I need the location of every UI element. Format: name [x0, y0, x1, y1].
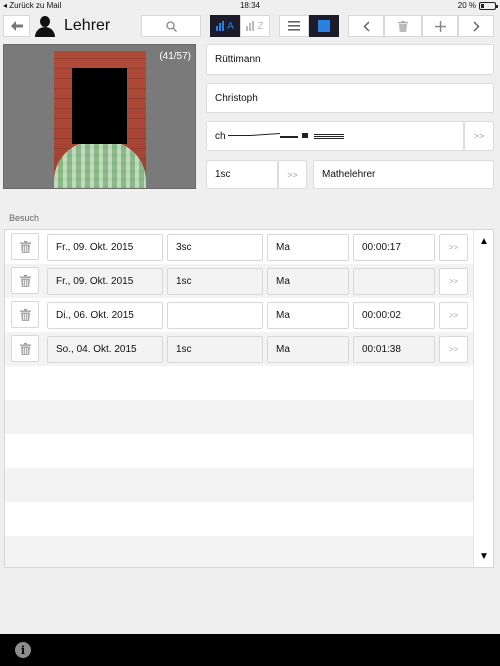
class-open-button[interactable]: >>	[278, 160, 307, 189]
empty-row	[5, 536, 473, 567]
plus-icon	[434, 20, 446, 32]
visit-class-cell[interactable]: 1sc	[167, 336, 263, 363]
visit-subject-cell[interactable]: Ma	[267, 336, 349, 363]
visit-subject-cell[interactable]: Ma	[267, 302, 349, 329]
status-bar: ◂ Zurück zu Mail 18:34 20 %	[0, 0, 500, 12]
scroll-up-button[interactable]: ▲	[474, 232, 493, 250]
email-field[interactable]: ch	[206, 121, 464, 151]
visit-duration-cell[interactable]: 00:01:38	[353, 336, 435, 363]
toolbar: Lehrer A Z	[0, 13, 500, 41]
open-visit-button[interactable]: >>	[439, 302, 468, 329]
email-open-button[interactable]: >>	[464, 121, 494, 151]
open-visit-button[interactable]: >>	[439, 234, 468, 261]
class-field[interactable]: 1sc	[206, 160, 278, 189]
visit-date-cell[interactable]: Fr., 09. Okt. 2015	[47, 268, 163, 295]
search-icon	[165, 20, 177, 32]
info-icon[interactable]: i	[15, 642, 31, 658]
visit-duration-cell[interactable]: 00:00:17	[353, 234, 435, 261]
delete-row-button[interactable]	[11, 301, 39, 328]
trash-icon	[398, 20, 408, 32]
table-row: Di., 06. Okt. 2015 Ma 00:00:02 >>	[5, 298, 473, 332]
visit-duration-cell[interactable]	[353, 268, 435, 295]
battery-indicator: 20 %	[457, 1, 498, 10]
visit-subject-cell[interactable]: Ma	[267, 234, 349, 261]
sort-a-label: A	[227, 20, 234, 32]
first-name-field[interactable]: Christoph	[206, 83, 494, 113]
chevron-left-icon	[362, 20, 370, 32]
battery-percent: 20 %	[457, 1, 476, 10]
back-button[interactable]	[3, 15, 30, 37]
visit-class-cell[interactable]: 3sc	[167, 234, 263, 261]
sort-z-button[interactable]: Z	[240, 15, 270, 37]
bar-chart-icon	[216, 21, 225, 31]
bottom-bar: i	[0, 634, 500, 666]
person-icon	[35, 16, 55, 38]
empty-row	[5, 400, 473, 434]
back-arrow-icon	[10, 21, 23, 31]
photo-image	[54, 51, 146, 188]
search-button[interactable]	[141, 15, 201, 37]
empty-row	[5, 468, 473, 502]
detail-view-button[interactable]	[309, 15, 339, 37]
redaction-box	[72, 68, 127, 144]
delete-row-button[interactable]	[11, 335, 39, 362]
open-visit-button[interactable]: >>	[439, 268, 468, 295]
open-visit-button[interactable]: >>	[439, 336, 468, 363]
trash-icon	[19, 240, 31, 253]
trash-icon	[19, 308, 31, 321]
previous-button[interactable]	[348, 15, 384, 37]
delete-button[interactable]	[384, 15, 422, 37]
table-row: So., 04. Okt. 2015 1sc Ma 00:01:38 >>	[5, 332, 473, 366]
delete-row-button[interactable]	[11, 233, 39, 260]
email-scribble	[227, 132, 348, 140]
sort-z-label: Z	[257, 20, 264, 32]
battery-icon	[479, 1, 498, 10]
list-view-button[interactable]	[279, 15, 309, 37]
visit-subject-cell[interactable]: Ma	[267, 268, 349, 295]
table-scrollbar[interactable]: ▲ ▼	[473, 230, 493, 567]
page-title: Lehrer	[64, 17, 111, 34]
visit-date-cell[interactable]: Di., 06. Okt. 2015	[47, 302, 163, 329]
square-icon	[318, 20, 330, 32]
add-button[interactable]	[422, 15, 458, 37]
visit-date-cell[interactable]: Fr., 09. Okt. 2015	[47, 234, 163, 261]
chevron-right-icon	[472, 20, 480, 32]
last-name-field[interactable]: Rüttimann	[206, 44, 494, 75]
bar-chart-icon	[246, 21, 255, 31]
delete-row-button[interactable]	[11, 267, 39, 294]
sort-a-button[interactable]: A	[210, 15, 240, 37]
visit-duration-cell[interactable]: 00:00:02	[353, 302, 435, 329]
teacher-photo[interactable]: (41/57)	[3, 44, 196, 189]
table-row: Fr., 09. Okt. 2015 1sc Ma >>	[5, 264, 473, 298]
visit-class-cell[interactable]	[167, 302, 263, 329]
scroll-down-button[interactable]: ▼	[474, 547, 493, 565]
table-row: Fr., 09. Okt. 2015 3sc Ma 00:00:17 >>	[5, 230, 473, 264]
list-icon	[288, 21, 300, 31]
visit-class-cell[interactable]: 1sc	[167, 268, 263, 295]
trash-icon	[19, 274, 31, 287]
visits-table: Fr., 09. Okt. 2015 3sc Ma 00:00:17 >> Fr…	[4, 229, 494, 568]
email-value: ch	[215, 130, 226, 142]
battery-fill	[481, 3, 484, 8]
status-time: 18:34	[239, 1, 261, 10]
next-button[interactable]	[458, 15, 494, 37]
role-field[interactable]: Mathelehrer	[313, 160, 494, 189]
record-counter: (41/57)	[159, 51, 191, 62]
trash-icon	[19, 342, 31, 355]
visits-section-label: Besuch	[9, 213, 40, 223]
visit-date-cell[interactable]: So., 04. Okt. 2015	[47, 336, 163, 363]
